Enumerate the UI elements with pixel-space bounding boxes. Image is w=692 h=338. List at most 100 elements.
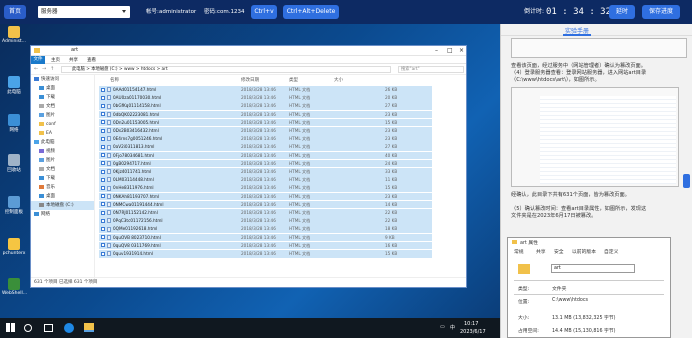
home-button[interactable]: 首页 bbox=[4, 5, 26, 19]
file-row[interactable]: 0QMe01192618.html 2018/3/28 13:46 HTML 文档 1… bbox=[99, 225, 432, 233]
nav-ea[interactable]: EA bbox=[31, 129, 94, 138]
file-row[interactable]: 0nHe8311976.html 2018/3/28 13:46 HTML 文档 15… bbox=[99, 184, 432, 192]
checkbox-checked-icon[interactable] bbox=[101, 210, 105, 215]
nav-pictures[interactable]: 图片 bbox=[31, 111, 94, 120]
breadcrumb-art[interactable]: art bbox=[162, 67, 168, 72]
file-explorer-icon[interactable] bbox=[84, 323, 94, 332]
file-row[interactable]: 0quQV8 0311769.html 2018/3/28 13:46 HTML 文… bbox=[99, 241, 432, 250]
clock-date[interactable]: 2023/6/17 bbox=[460, 329, 486, 335]
checkbox-checked-icon[interactable] bbox=[101, 243, 105, 248]
checkbox-checked-icon[interactable] bbox=[101, 185, 105, 190]
checkbox-checked-icon[interactable] bbox=[101, 103, 105, 108]
maximize-icon[interactable]: □ bbox=[447, 47, 453, 54]
file-row[interactable]: 0LM03114448.html 2018/3/28 13:46 HTML 文档 11… bbox=[99, 176, 432, 184]
nav-conf[interactable]: conf bbox=[31, 120, 94, 129]
nav-documents-2[interactable]: 文档 bbox=[31, 165, 94, 174]
checkbox-checked-icon[interactable] bbox=[101, 112, 105, 117]
nav-this-pc[interactable]: 此电脑 bbox=[31, 138, 94, 147]
checkbox-checked-icon[interactable] bbox=[101, 251, 105, 256]
file-row[interactable]: 0Fjo78034681.html 2018/3/28 13:46 HTML 文档 4… bbox=[99, 151, 432, 160]
checkbox-checked-icon[interactable] bbox=[101, 226, 105, 231]
nav-videos[interactable]: 视频 bbox=[31, 147, 94, 156]
address-bar[interactable]: 此电脑 > 本地磁盘 (C:) > www > htdocs > art bbox=[61, 66, 391, 73]
desktop-icon-recycle-bin[interactable]: 回收站 bbox=[2, 154, 26, 173]
file-row[interactable]: 0NKAh81193707.html 2018/3/28 13:46 HTML 文档… bbox=[99, 192, 432, 201]
ctrl-alt-delete-button[interactable]: Ctrl+Alt+Delete bbox=[283, 5, 339, 19]
tab-share[interactable]: 共享 bbox=[69, 57, 78, 63]
close-icon[interactable]: × bbox=[459, 47, 464, 54]
column-size[interactable]: 大小 bbox=[334, 77, 343, 83]
search-input[interactable]: 搜索"art" bbox=[398, 66, 464, 73]
file-row[interactable]: 0aV2i0311813.html 2018/3/28 13:46 HTML 文档 2… bbox=[99, 143, 432, 151]
checkbox-checked-icon[interactable] bbox=[101, 169, 105, 174]
up-icon[interactable]: ↑ bbox=[50, 66, 54, 72]
checkbox-checked-icon[interactable] bbox=[101, 177, 105, 182]
clock-time[interactable]: 10:17 bbox=[464, 321, 478, 327]
file-row[interactable]: 0AAd01154147.html 2018/3/28 13:46 HTML 文档 2… bbox=[99, 86, 432, 94]
column-type[interactable]: 类型 bbox=[289, 77, 298, 83]
file-row[interactable]: 0PqC3tc01172156.html 2018/3/28 13:46 HTML … bbox=[99, 217, 432, 225]
ie-browser-icon[interactable] bbox=[64, 323, 74, 333]
forward-icon[interactable]: → bbox=[42, 66, 46, 72]
ime-indicator[interactable]: 中 bbox=[450, 324, 455, 331]
file-row[interactable]: 0NMCwa01191444.html 2018/3/28 13:46 HTML 文… bbox=[99, 200, 432, 209]
minimize-icon[interactable]: – bbox=[435, 47, 438, 54]
column-name[interactable]: 名称 bbox=[110, 77, 119, 83]
nav-local-disk-c[interactable]: 本地磁盘 (C:) bbox=[31, 201, 94, 210]
checkbox-checked-icon[interactable] bbox=[101, 153, 105, 158]
checkbox-checked-icon[interactable] bbox=[101, 95, 105, 100]
file-row[interactable]: 0Kjz4011741.html 2018/3/28 13:46 HTML 文档 33… bbox=[99, 168, 432, 176]
desktop-icon-admin[interactable]: Administ... bbox=[2, 26, 26, 44]
checkbox-checked-icon[interactable] bbox=[101, 87, 105, 92]
tab-file[interactable]: 文件 bbox=[31, 56, 45, 64]
desktop-icon-this-pc[interactable]: 此电脑 bbox=[2, 76, 26, 95]
file-row[interactable]: 0AU0za01170030.html 2018/3/28 13:46 HTML 文… bbox=[99, 94, 432, 102]
file-row[interactable]: 0quOVB 8023710.html 2018/3/28 13:46 HTML 文… bbox=[99, 233, 432, 242]
checkbox-checked-icon[interactable] bbox=[101, 144, 105, 149]
file-row[interactable]: 0gB0294717.html 2018/3/28 13:46 HTML 文档 24 … bbox=[99, 159, 432, 168]
checkbox-checked-icon[interactable] bbox=[101, 136, 105, 141]
tab-view[interactable]: 查看 bbox=[87, 57, 96, 63]
server-select[interactable]: 服务器 bbox=[38, 6, 130, 18]
desktop-icon-control-panel[interactable]: 控制面板 bbox=[2, 196, 26, 215]
file-row[interactable]: 0quv1931914.html 2018/3/28 13:46 HTML 文档 15… bbox=[99, 250, 432, 258]
back-icon[interactable]: ← bbox=[34, 66, 38, 72]
desktop-icon-network[interactable]: 网络 bbox=[2, 114, 26, 133]
checkbox-checked-icon[interactable] bbox=[101, 235, 105, 240]
breadcrumb-www[interactable]: www bbox=[124, 67, 135, 72]
save-progress-button[interactable]: 保存进度 bbox=[642, 5, 680, 19]
breadcrumb-this-pc[interactable]: 此电脑 bbox=[72, 67, 85, 72]
file-row[interactable]: 0E4rns7g0051246.html 2018/3/28 13:46 HTML … bbox=[99, 135, 432, 143]
search-icon[interactable] bbox=[24, 324, 32, 332]
checkbox-checked-icon[interactable] bbox=[101, 128, 105, 133]
nav-desktop-2[interactable]: 桌面 bbox=[31, 192, 94, 201]
nav-pictures-2[interactable]: 图片 bbox=[31, 156, 94, 165]
checkbox-checked-icon[interactable] bbox=[101, 161, 105, 166]
file-row[interactable]: 0dbQK02223081.html 2018/3/28 13:46 HTML 文档… bbox=[99, 110, 432, 119]
panel-scroll-handle[interactable] bbox=[683, 174, 690, 188]
checkbox-checked-icon[interactable] bbox=[101, 120, 105, 125]
desktop-icon-pchunter[interactable]: pchunterx bbox=[2, 238, 26, 256]
breadcrumb-htdocs[interactable]: htdocs bbox=[141, 67, 155, 72]
nav-downloads[interactable]: 下载 bbox=[31, 93, 94, 102]
file-row[interactable]: 0bGfKq01114158.html 2018/3/28 13:46 HTML 文… bbox=[99, 102, 432, 110]
file-row[interactable]: 0Dn2u01153005.html 2018/3/28 13:46 HTML 文档… bbox=[99, 118, 432, 127]
checkbox-checked-icon[interactable] bbox=[101, 194, 105, 199]
windows-start-icon[interactable] bbox=[6, 323, 15, 332]
nav-music[interactable]: 音乐 bbox=[31, 183, 94, 192]
breadcrumb-c-drive[interactable]: 本地磁盘 (C:) bbox=[91, 67, 117, 72]
delay-button[interactable]: 延时 bbox=[609, 5, 635, 19]
tab-home[interactable]: 主页 bbox=[51, 57, 60, 63]
nav-network[interactable]: 网络 bbox=[31, 210, 94, 219]
ctrl-v-button[interactable]: Ctrl+v bbox=[251, 5, 277, 19]
nav-desktop[interactable]: 桌面 bbox=[31, 84, 94, 93]
nav-quick-access[interactable]: 快速访问 bbox=[31, 75, 94, 84]
column-date[interactable]: 修改日期 bbox=[241, 77, 259, 83]
task-view-icon[interactable] bbox=[44, 324, 53, 332]
checkbox-checked-icon[interactable] bbox=[101, 202, 105, 207]
checkbox-checked-icon[interactable] bbox=[101, 218, 105, 223]
network-tray-icon[interactable]: ▭ bbox=[440, 324, 445, 330]
nav-documents[interactable]: 文档 bbox=[31, 102, 94, 111]
desktop-icon-webshell[interactable]: WebShell... bbox=[2, 278, 27, 296]
file-row[interactable]: 0Ds2B03416432.html 2018/3/28 13:46 HTML 文档… bbox=[99, 127, 432, 135]
